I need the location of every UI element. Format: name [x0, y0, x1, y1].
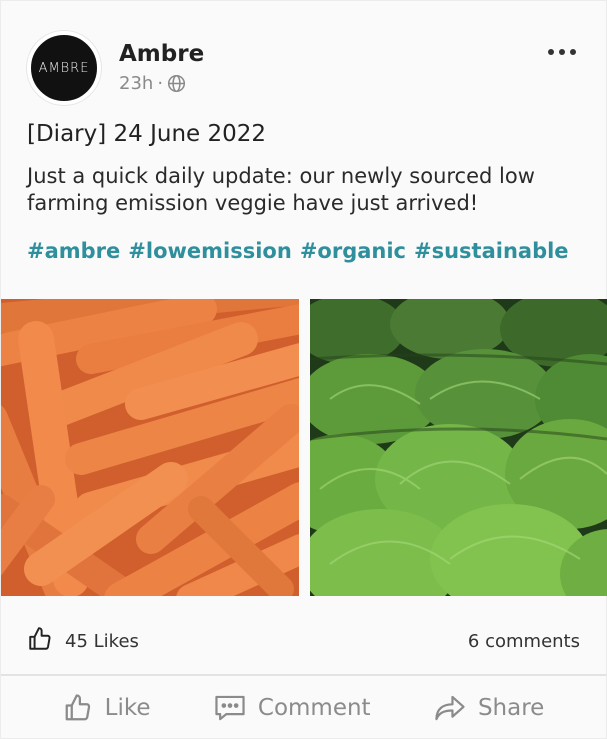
author-name[interactable]: Ambre [119, 41, 204, 67]
avatar[interactable]: AMBRE [27, 31, 101, 105]
avatar-logo-text: AMBRE [38, 60, 90, 76]
action-bar: Like Comment Share [1, 685, 606, 731]
meta-separator: · [157, 73, 164, 95]
post-time[interactable]: 23h [119, 73, 153, 94]
comment-label: Comment [257, 695, 371, 721]
post-header: AMBRE Ambre 23h · [27, 31, 204, 105]
likes-count: 45 Likes [65, 631, 139, 652]
share-arrow-icon [434, 694, 466, 722]
comment-button[interactable]: Comment [214, 693, 371, 723]
lettuce-photo[interactable] [310, 299, 607, 596]
hashtag-link[interactable]: #ambre [27, 239, 120, 263]
post-title: [Diary] 24 June 2022 [27, 121, 267, 147]
globe-icon [167, 74, 186, 93]
share-label: Share [477, 695, 545, 721]
share-button[interactable]: Share [434, 694, 544, 722]
author-block: Ambre 23h · [119, 41, 204, 94]
thumbs-up-icon [27, 626, 53, 657]
post-stats: 45 Likes 6 comments [27, 626, 580, 657]
comment-icon [214, 693, 246, 723]
post-body: Just a quick daily update: our newly sou… [27, 164, 535, 215]
like-label: Like [104, 695, 151, 721]
post-meta: 23h · [119, 73, 204, 94]
likes-summary[interactable]: 45 Likes [27, 626, 139, 657]
carrots-photo[interactable] [1, 299, 299, 596]
thumbs-up-icon [63, 693, 93, 723]
hashtag-link[interactable]: #organic [300, 239, 406, 263]
hashtag-list: #ambre #lowemission #organic #sustainabl… [27, 239, 569, 263]
more-options-icon[interactable] [548, 45, 576, 59]
hashtag-link[interactable]: #lowemission [128, 239, 292, 263]
comments-count[interactable]: 6 comments [468, 631, 580, 652]
divider [1, 674, 606, 676]
like-button[interactable]: Like [63, 693, 151, 723]
hashtag-link[interactable]: #sustainable [414, 239, 569, 263]
post-card: AMBRE Ambre 23h · [Diary] 24 June 2022 J… [0, 0, 607, 739]
